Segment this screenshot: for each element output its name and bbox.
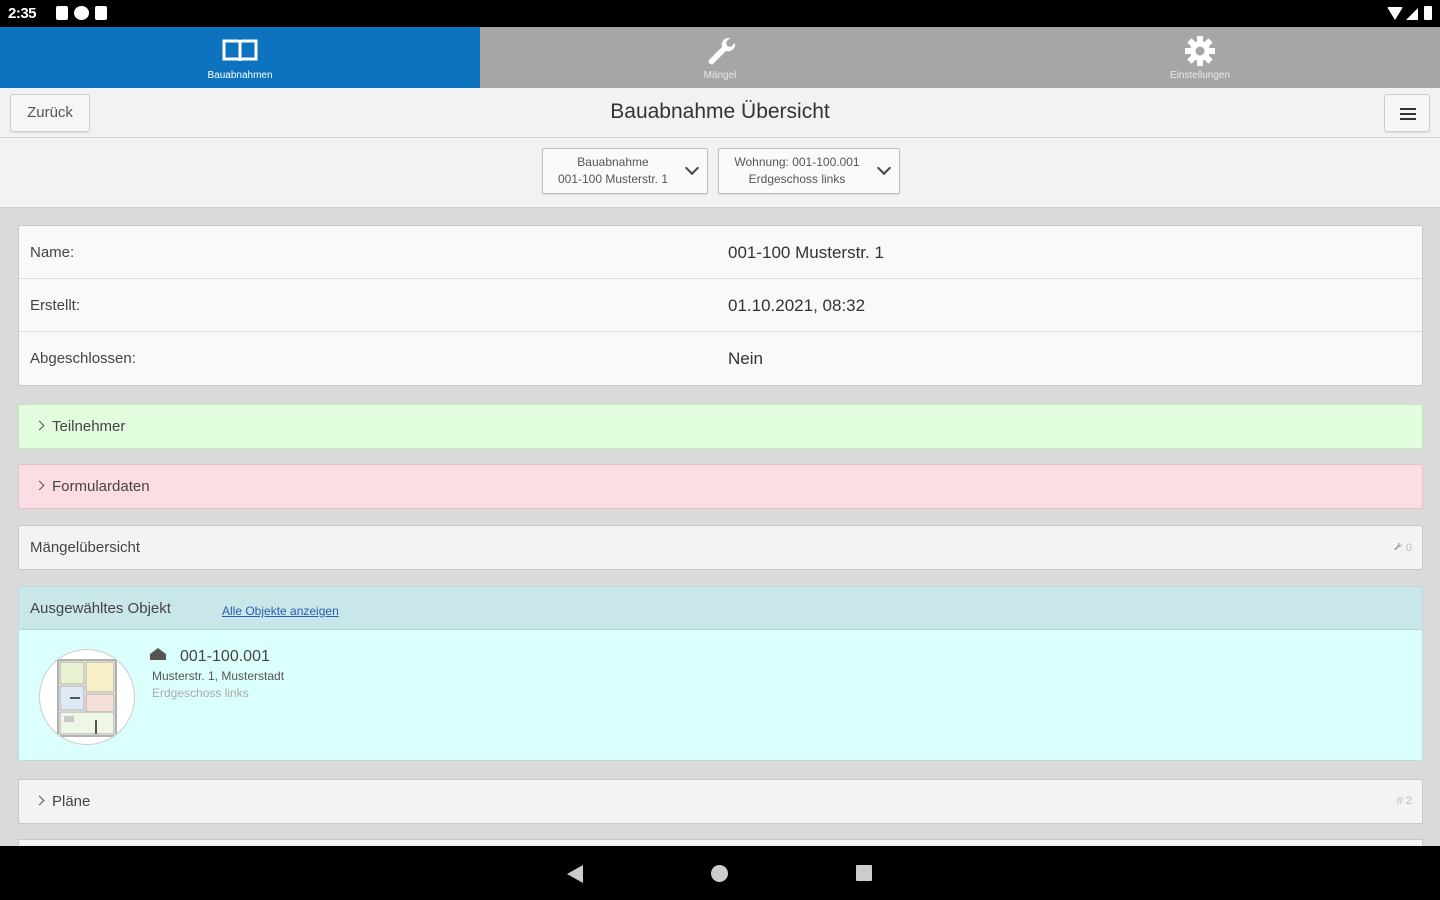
notification-icon — [74, 6, 89, 20]
formulardaten-section[interactable]: Formulardaten — [18, 464, 1423, 509]
plaene-section[interactable]: Pläne # 2 — [18, 779, 1423, 824]
status-time: 2:35 — [8, 5, 37, 22]
tab-label: Mängel — [703, 70, 737, 81]
object-floor: Erdgeschoss links — [152, 686, 249, 700]
plaene-count: # 2 — [1397, 795, 1412, 807]
info-key: Name: — [30, 244, 75, 261]
notification-icon — [56, 6, 68, 20]
partial-section — [18, 839, 1423, 846]
section-title: Pläne — [52, 793, 91, 810]
show-all-objects-link[interactable]: Alle Objekte anzeigen — [222, 604, 339, 618]
wrench-icon — [1394, 542, 1402, 551]
nav-back-icon[interactable] — [567, 865, 583, 883]
wifi-icon — [1387, 7, 1403, 20]
tab-einstellungen[interactable]: Einstellungen — [960, 27, 1440, 88]
tab-maengel[interactable]: Mängel — [480, 27, 960, 88]
bauabnahme-select[interactable]: Bauabnahme 001-100 Musterstr. 1 — [542, 148, 708, 194]
info-row-abgeschlossen: Abgeschlossen: Nein — [19, 332, 1422, 385]
navigation-bar — [0, 846, 1440, 900]
select-line2: 001-100 Musterstr. 1 — [557, 172, 669, 186]
info-value: 001-100 Musterstr. 1 — [728, 243, 884, 262]
select-line1: Wohnung: 001-100.001 — [734, 155, 860, 169]
chevron-down-icon — [684, 160, 700, 176]
count-value: 2 — [1405, 795, 1412, 807]
selector-strip: Bauabnahme 001-100 Musterstr. 1 Wohnung:… — [0, 138, 1440, 208]
book-icon — [222, 39, 258, 62]
count-value: 0 — [1405, 542, 1412, 554]
sd-card-icon — [95, 6, 107, 20]
select-line1: Bauabnahme — [577, 155, 649, 169]
chevron-right-icon — [34, 480, 45, 491]
house-icon — [150, 648, 166, 660]
hamburger-icon — [1400, 113, 1416, 115]
floorplan-thumbnail[interactable] — [39, 649, 135, 745]
page-header: Zurück Bauabnahme Übersicht — [0, 88, 1440, 138]
nav-recents-icon[interactable] — [856, 865, 872, 881]
info-row-name: Name: 001-100 Musterstr. 1 — [19, 226, 1422, 279]
wrench-icon — [708, 37, 736, 65]
cell-signal-icon — [1406, 8, 1418, 20]
section-title: Formulardaten — [52, 478, 150, 495]
info-key: Erstellt: — [30, 297, 81, 314]
hamburger-icon — [1400, 108, 1416, 110]
info-key: Abgeschlossen: — [30, 350, 136, 367]
gear-icon — [1185, 36, 1215, 66]
pin-icon: # — [1396, 795, 1403, 807]
tab-bauabnahmen[interactable]: Bauabnahmen — [0, 27, 480, 88]
battery-icon — [1424, 6, 1432, 20]
section-title: Ausgewähltes Objekt — [30, 600, 171, 617]
info-value: Nein — [728, 349, 763, 368]
select-line2: Erdgeschoss links — [748, 172, 846, 186]
tab-bar: Bauabnahmen Mängel Einstellungen — [0, 27, 1440, 88]
chevron-right-icon — [34, 420, 45, 431]
tab-label: Einstellungen — [1169, 70, 1231, 81]
notification-icons — [56, 6, 107, 20]
selected-object-card: Ausgewähltes Objekt Alle Objekte anzeige… — [18, 586, 1423, 761]
wohnung-select[interactable]: Wohnung: 001-100.001 Erdgeschoss links — [718, 148, 900, 194]
object-address: Musterstr. 1, Musterstadt — [152, 669, 285, 683]
maengeluebersicht-section[interactable]: Mängelübersicht 0 — [18, 525, 1423, 570]
content-area: Name: 001-100 Musterstr. 1 Erstellt: 01.… — [0, 208, 1440, 846]
tab-label: Bauabnahmen — [207, 70, 273, 81]
chevron-down-icon — [876, 160, 892, 176]
section-title: Teilnehmer — [52, 418, 126, 435]
maengel-count: 0 — [1392, 541, 1412, 554]
section-title: Mängelübersicht — [30, 539, 141, 556]
nav-home-icon[interactable] — [711, 865, 728, 882]
page-title: Bauabnahme Übersicht — [610, 100, 830, 123]
object-number: 001-100.001 — [180, 648, 270, 665]
info-row-erstellt: Erstellt: 01.10.2021, 08:32 — [19, 279, 1422, 332]
chevron-right-icon — [34, 795, 45, 806]
info-value: 01.10.2021, 08:32 — [728, 296, 866, 315]
info-card: Name: 001-100 Musterstr. 1 Erstellt: 01.… — [18, 225, 1423, 386]
menu-button[interactable] — [1384, 94, 1430, 132]
selected-object-header: Ausgewähltes Objekt Alle Objekte anzeige… — [19, 587, 1422, 630]
hamburger-icon — [1400, 118, 1416, 120]
floorplan-image — [57, 659, 117, 737]
system-icons — [1387, 6, 1432, 20]
status-bar: 2:35 — [0, 0, 1440, 27]
teilnehmer-section[interactable]: Teilnehmer — [18, 404, 1423, 449]
